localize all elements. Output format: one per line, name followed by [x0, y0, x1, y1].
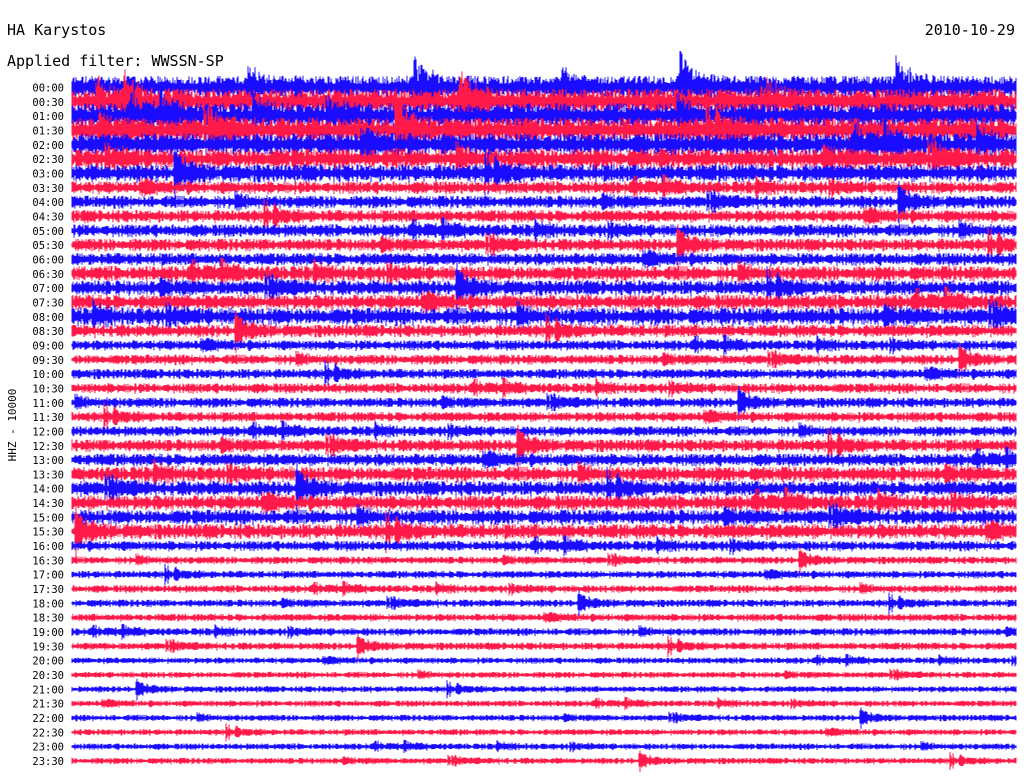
time-label: 13:30 — [32, 469, 64, 481]
helicorder-plot: 00:00 00:30 01:00 01:30 02:00 02:30 03:00 03:30… — [6, 51, 1017, 772]
time-label: 07:30 — [32, 297, 64, 309]
time-label: 11:00 — [32, 398, 64, 410]
time-label: 17:00 — [32, 570, 64, 582]
time-label: 15:30 — [32, 527, 64, 539]
trace-row — [71, 633, 1017, 660]
time-label: 02:00 — [32, 140, 64, 152]
time-label: 02:30 — [32, 154, 64, 166]
trace-row — [71, 580, 1017, 597]
trace-row — [71, 723, 1017, 742]
time-label: 07:00 — [32, 283, 64, 295]
trace-row — [71, 707, 1017, 729]
time-label-group: 00:00 00:30 01:00 01:30 02:00 02:30 03:00 03:30… — [32, 83, 64, 769]
time-label: 08:00 — [32, 312, 64, 324]
trace-row — [71, 750, 1017, 772]
trace-row — [71, 249, 1017, 269]
trace-row — [71, 547, 1017, 574]
time-label: 10:30 — [32, 383, 64, 395]
time-label: 18:00 — [32, 598, 64, 610]
trace-row — [71, 535, 1017, 557]
time-label: 06:00 — [32, 254, 64, 266]
time-label: 13:00 — [32, 455, 64, 467]
time-label: 00:00 — [32, 83, 64, 95]
time-label: 04:00 — [32, 197, 64, 209]
time-label: 16:30 — [32, 555, 64, 567]
time-label: 05:30 — [32, 240, 64, 252]
trace-row — [71, 653, 1017, 667]
trace-group — [71, 51, 1017, 772]
time-label: 04:30 — [32, 211, 64, 223]
trace-row — [71, 668, 1017, 681]
time-label: 09:00 — [32, 340, 64, 352]
time-label: 03:00 — [32, 168, 64, 180]
time-label: 12:00 — [32, 426, 64, 438]
time-label: 16:00 — [32, 541, 64, 553]
trace-row — [71, 623, 1017, 640]
time-label: 17:30 — [32, 584, 64, 596]
time-label: 20:00 — [32, 656, 64, 668]
trace-row — [71, 377, 1017, 399]
time-label: 10:00 — [32, 369, 64, 381]
channel-axis-label: HHZ - 10000 — [6, 389, 19, 462]
time-label: 08:30 — [32, 326, 64, 338]
time-label: 14:30 — [32, 498, 64, 510]
time-label: 21:00 — [32, 684, 64, 696]
time-label: 12:30 — [32, 441, 64, 453]
time-label: 23:30 — [32, 756, 64, 768]
time-label: 14:00 — [32, 484, 64, 496]
time-label: 05:00 — [32, 226, 64, 238]
time-label: 03:30 — [32, 183, 64, 195]
time-label: 15:00 — [32, 512, 64, 524]
time-label: 21:30 — [32, 699, 64, 711]
trace-row — [71, 334, 1017, 356]
trace-row — [71, 678, 1017, 701]
time-label: 19:30 — [32, 641, 64, 653]
time-label: 18:30 — [32, 613, 64, 625]
trace-row — [71, 612, 1017, 623]
time-label: 22:00 — [32, 713, 64, 725]
trace-row — [71, 563, 1017, 586]
time-label: 00:30 — [32, 97, 64, 109]
time-label: 09:30 — [32, 355, 64, 367]
time-label: 22:30 — [32, 727, 64, 739]
time-label: 06:30 — [32, 269, 64, 281]
time-label: 20:30 — [32, 670, 64, 682]
time-label: 01:00 — [32, 111, 64, 123]
time-label: 11:30 — [32, 412, 64, 424]
trace-row — [71, 739, 1017, 753]
trace-row — [71, 696, 1017, 710]
time-label: 23:00 — [32, 742, 64, 754]
time-label: 01:30 — [32, 125, 64, 137]
trace-row — [71, 420, 1017, 442]
time-label: 19:00 — [32, 627, 64, 639]
